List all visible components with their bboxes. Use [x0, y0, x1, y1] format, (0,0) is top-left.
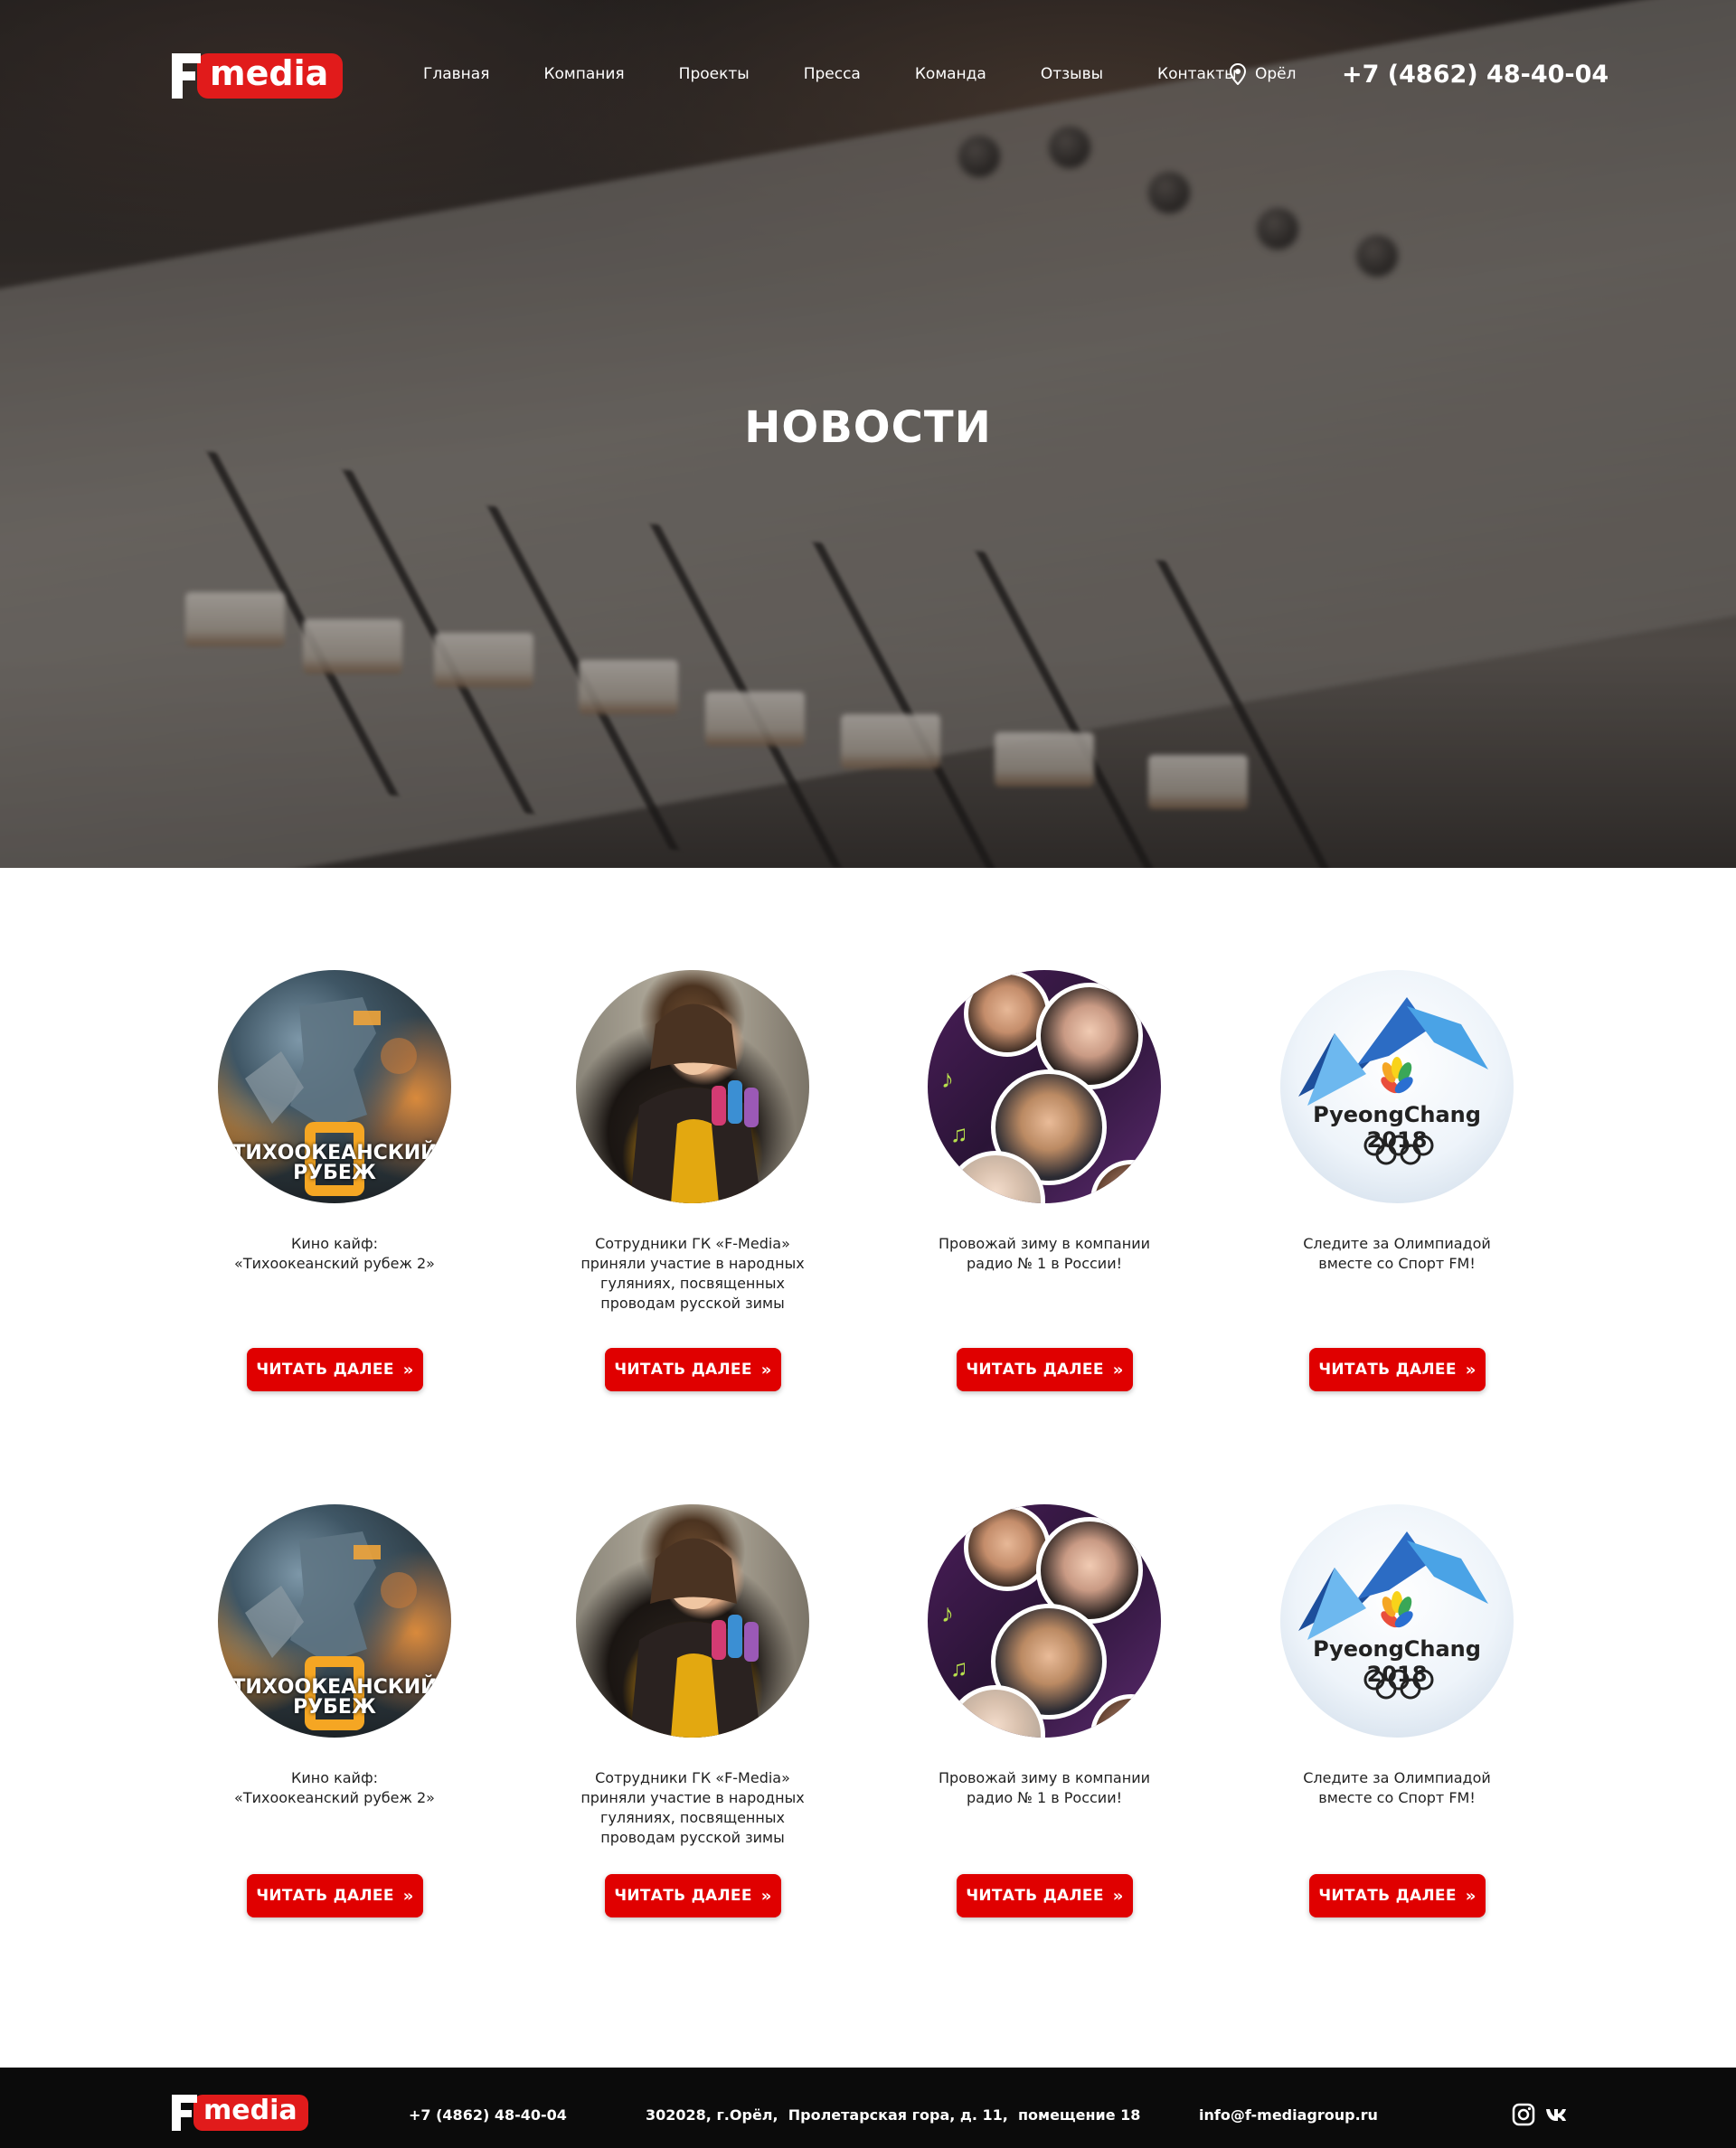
read-more-button[interactable]: ЧИТАТЬ ДАЛЕЕ »	[605, 1874, 781, 1917]
double-chevron-right-icon: »	[402, 1886, 414, 1906]
news-image[interactable]: ТИХООКЕАНСКИЙ РУБЕЖ	[218, 970, 451, 1203]
news-image[interactable]: PyeongChang 2018	[1280, 1504, 1514, 1738]
read-more-label: ЧИТАТЬ ДАЛЕЕ	[256, 1361, 394, 1379]
logo-text: media	[193, 2095, 308, 2131]
vk-icon[interactable]	[1544, 2103, 1568, 2126]
double-chevron-right-icon: »	[1465, 1360, 1477, 1380]
olympic-rings-icon	[1363, 1135, 1434, 1165]
footer-email-link[interactable]: info@f-mediagroup.ru	[1199, 2106, 1378, 2124]
double-chevron-right-icon: »	[760, 1886, 772, 1906]
read-more-button[interactable]: ЧИТАТЬ ДАЛЕЕ »	[1309, 1348, 1486, 1391]
read-more-label: ЧИТАТЬ ДАЛЕЕ	[1318, 1361, 1457, 1379]
poster-title: ТИХООКЕАНСКИЙ РУБЕЖ	[231, 1142, 438, 1184]
nav-item-team[interactable]: Команда	[915, 65, 986, 83]
main-nav: Главная Компания Проекты Пресса Команда …	[423, 65, 1291, 83]
svg-text:♫: ♫	[950, 1120, 968, 1147]
city-selector[interactable]: Орёл	[1230, 63, 1297, 85]
read-more-label: ЧИТАТЬ ДАЛЕЕ	[966, 1361, 1104, 1379]
double-chevron-right-icon: »	[402, 1360, 414, 1380]
location-pin-icon	[1230, 63, 1246, 85]
nav-item-press[interactable]: Пресса	[804, 65, 861, 83]
footer-logo[interactable]: media	[172, 2095, 308, 2131]
read-more-button[interactable]: ЧИТАТЬ ДАЛЕЕ »	[1309, 1874, 1486, 1917]
f-logo-mark	[172, 2095, 199, 2131]
woman-illustration	[630, 1003, 761, 1203]
logo-text: media	[197, 53, 344, 99]
read-more-button[interactable]: ЧИТАТЬ ДАЛЕЕ »	[247, 1874, 423, 1917]
read-more-button[interactable]: ЧИТАТЬ ДАЛЕЕ »	[247, 1348, 423, 1391]
double-chevron-right-icon: »	[1112, 1886, 1124, 1906]
news-card-text: Следите за Олимпиадой вместе со Спорт FM…	[1303, 1769, 1491, 1806]
page-title: НОВОСТИ	[744, 402, 992, 453]
read-more-label: ЧИТАТЬ ДАЛЕЕ	[256, 1887, 394, 1905]
news-card-text: Сотрудники ГК «F-Media» приняли участие …	[580, 1769, 805, 1846]
instagram-icon[interactable]	[1512, 2103, 1535, 2126]
poster-title: ТИХООКЕАНСКИЙ РУБЕЖ	[231, 1676, 438, 1719]
f-logo-mark	[172, 53, 203, 99]
nav-item-company[interactable]: Компания	[543, 65, 624, 83]
nav-item-projects[interactable]: Проекты	[679, 65, 750, 83]
olympic-rings-icon	[1363, 1669, 1434, 1700]
read-more-label: ЧИТАТЬ ДАЛЕЕ	[614, 1361, 752, 1379]
nav-item-contacts[interactable]: Контакты	[1157, 65, 1237, 83]
footer-phone-link[interactable]: +7 (4862) 48-40-04	[409, 2106, 567, 2124]
news-image[interactable]: ТИХООКЕАНСКИЙ РУБЕЖ	[218, 1504, 451, 1738]
news-card-text: Провожай зиму в компании радио № 1 в Рос…	[939, 1769, 1150, 1806]
header-phone-link[interactable]: +7 (4862) 48-40-04	[1342, 61, 1609, 89]
svg-text:♫: ♫	[950, 1654, 968, 1682]
news-card-text: Кино кайф: «Тихоокеанский рубеж 2»	[234, 1769, 435, 1806]
read-more-label: ЧИТАТЬ ДАЛЕЕ	[1318, 1887, 1457, 1905]
svg-text:♪: ♪	[941, 1065, 954, 1093]
news-card-text: Сотрудники ГК «F-Media» приняли участие …	[580, 1235, 805, 1312]
social-links	[1512, 2103, 1568, 2126]
nav-item-reviews[interactable]: Отзывы	[1041, 65, 1103, 83]
news-image[interactable]	[576, 1504, 809, 1738]
double-chevron-right-icon: »	[760, 1360, 772, 1380]
footer-address: 302028, г.Орёл, Пролетарская гора, д. 11…	[646, 2106, 1141, 2124]
news-card-text: Следите за Олимпиадой вместе со Спорт FM…	[1303, 1235, 1491, 1272]
city-label: Орёл	[1255, 65, 1297, 83]
read-more-label: ЧИТАТЬ ДАЛЕЕ	[966, 1887, 1104, 1905]
nav-item-home[interactable]: Главная	[423, 65, 489, 83]
olympic-mountain-logo	[1298, 997, 1488, 1106]
news-image[interactable]	[576, 970, 809, 1203]
svg-text:♪: ♪	[941, 1599, 954, 1627]
olympic-mountain-logo	[1298, 1531, 1488, 1640]
news-image[interactable]: ♪ ♫	[928, 970, 1161, 1203]
read-more-label: ЧИТАТЬ ДАЛЕЕ	[614, 1887, 752, 1905]
news-card-text: Провожай зиму в компании радио № 1 в Рос…	[939, 1235, 1150, 1272]
music-notes: ♪♫	[941, 1065, 968, 1147]
read-more-button[interactable]: ЧИТАТЬ ДАЛЕЕ »	[957, 1874, 1133, 1917]
news-image[interactable]: PyeongChang 2018	[1280, 970, 1514, 1203]
music-notes: ♪♫	[941, 1599, 968, 1682]
woman-illustration	[630, 1538, 761, 1738]
news-card-text: Кино кайф: «Тихоокеанский рубеж 2»	[234, 1235, 435, 1272]
double-chevron-right-icon: »	[1112, 1360, 1124, 1380]
site-logo[interactable]: media	[172, 53, 344, 99]
double-chevron-right-icon: »	[1465, 1886, 1477, 1906]
read-more-button[interactable]: ЧИТАТЬ ДАЛЕЕ »	[605, 1348, 781, 1391]
news-image[interactable]: ♪ ♫	[928, 1504, 1161, 1738]
read-more-button[interactable]: ЧИТАТЬ ДАЛЕЕ »	[957, 1348, 1133, 1391]
